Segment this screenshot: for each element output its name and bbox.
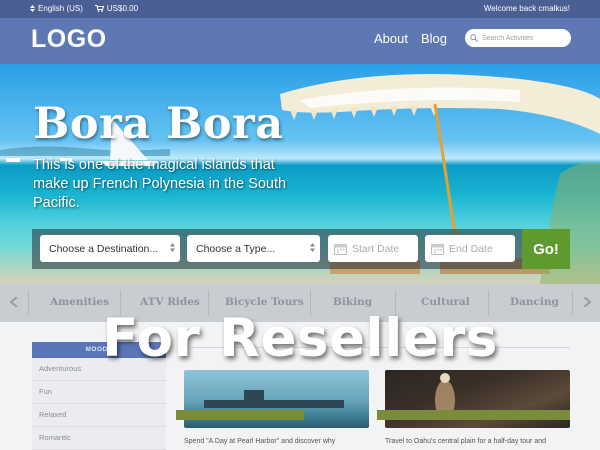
welcome-message[interactable]: Welcome back cmalkus! [484,4,570,13]
start-date-field[interactable]: Start Date [328,235,418,262]
select-arrows-icon [170,243,175,252]
site-logo[interactable]: LOGO [31,25,107,54]
type-select-label: Choose a Type... [196,242,276,255]
chevron-right-icon[interactable] [583,297,591,307]
category-dancing[interactable]: Dancing [510,296,559,308]
category-amenities[interactable]: Amenities [50,296,109,308]
select-arrows-icon [310,243,315,252]
main-nav: About Blog [374,31,460,46]
mood-item-romantic[interactable]: Romantic [32,427,166,450]
sort-arrows-icon [30,5,35,12]
nav-about-link[interactable]: About [374,31,408,46]
cart-icon [94,5,104,12]
booking-search-bar: Choose a Destination... Choose a Type...… [32,229,570,269]
language-label: English (US) [38,4,83,13]
category-bicycle-tours[interactable]: Bicycle Tours [225,296,304,308]
destination-select-label: Choose a Destination... [49,242,159,255]
language-selector[interactable]: English (US) [30,4,83,13]
cart-total: US$0.00 [106,4,139,13]
card-label-bar [176,410,304,420]
search-icon [470,34,478,42]
card-snippet: Spend "A Day at Pearl Harbor" and discov… [184,438,336,445]
nav-blog-link[interactable]: Blog [421,31,447,46]
top-utility-bar: English (US) US$0.00 Welcome back cmalku… [0,0,600,18]
card-label-bar [377,410,570,420]
category-cultural[interactable]: Cultural [421,296,470,308]
end-date-placeholder: End Date [449,242,493,255]
category-biking[interactable]: Biking [333,296,372,308]
hero-title: Bora Bora [33,99,284,149]
type-select[interactable]: Choose a Type... [187,235,320,262]
go-button[interactable]: Go! [522,229,570,269]
overlay-title: For Resellers [102,308,498,369]
cart-link[interactable]: US$0.00 [94,4,139,13]
search-box[interactable] [465,29,571,47]
hero-description: This is one of the magical islands that … [33,157,287,211]
card-snippet: Travel to Oahu's central plain for a hal… [385,438,546,445]
end-date-field[interactable]: End Date [425,235,515,262]
site-header: LOGO About Blog [0,18,600,64]
destination-select[interactable]: Choose a Destination... [40,235,180,262]
mood-item-relaxed[interactable]: Relaxed [32,404,166,427]
calendar-icon [431,243,444,255]
start-date-placeholder: Start Date [352,242,400,255]
calendar-icon [334,243,347,255]
mood-item-fun[interactable]: Fun [32,381,166,404]
chevron-left-icon[interactable] [10,297,18,307]
search-input[interactable] [482,34,562,42]
category-atv-rides[interactable]: ATV Rides [140,296,200,308]
